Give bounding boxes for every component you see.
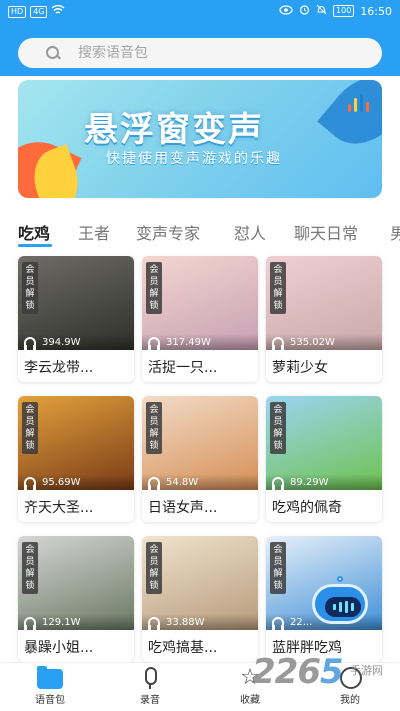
status-right: 100 16:50: [279, 4, 392, 18]
tabbar-label: 语音包: [35, 695, 65, 706]
play-count-value: 394.9W: [42, 336, 81, 348]
tab-chiji[interactable]: 吃鸡: [18, 220, 50, 244]
tabbar-label: 录音: [140, 695, 160, 706]
vip-unlock-badge: 会员 解锁: [22, 262, 38, 314]
search-input[interactable]: [78, 45, 338, 61]
play-count: 95.69W: [18, 474, 134, 490]
mic-icon: [137, 667, 163, 689]
banner-title: 悬浮窗变声: [84, 110, 264, 150]
play-count: 89.29W: [266, 474, 382, 490]
battery-indicator: 100: [333, 5, 355, 17]
voice-pack-card[interactable]: 会员 解锁 394.9W 李云龙带...: [18, 256, 134, 382]
headphone-icon: [272, 617, 284, 630]
voice-pack-card[interactable]: 会员 解锁 317.49W 活捉一只...: [142, 256, 258, 382]
vip-unlock-badge: 会员 解锁: [270, 262, 286, 314]
folder-icon: [37, 666, 63, 689]
play-count-value: 129.1W: [42, 616, 81, 628]
play-count: 129.1W: [18, 614, 134, 630]
vip-unlock-badge: 会员 解锁: [270, 402, 286, 454]
robot-face: [325, 597, 361, 617]
network-badge: 4G: [30, 5, 48, 18]
play-count-value: 317.49W: [166, 336, 211, 348]
play-count-value: 95.69W: [42, 476, 81, 488]
robot-icon: [312, 584, 368, 624]
mute-icon: [316, 4, 327, 18]
hd-badge: HD: [8, 5, 27, 18]
floating-voice-button[interactable]: [310, 576, 370, 628]
active-tab-indicator: [18, 244, 52, 247]
voice-pack-card[interactable]: 会员 解锁 95.69W 齐天大圣...: [18, 396, 134, 522]
vip-unlock-badge: 会员 解锁: [22, 402, 38, 454]
voice-pack-card[interactable]: 会员 解锁 535.02W 萝莉少女: [266, 256, 382, 382]
search-bar[interactable]: [18, 38, 382, 68]
tab-wangzhe[interactable]: 王者: [78, 220, 110, 244]
search-icon: [46, 46, 60, 60]
card-title: 萝莉少女: [272, 360, 328, 376]
promo-banner[interactable]: 悬浮窗变声 快捷使用变声游戏的乐趣: [18, 80, 382, 198]
status-bar: HD 4G 100 16:50: [0, 0, 400, 24]
vip-unlock-badge: 会员 解锁: [146, 542, 162, 594]
vip-unlock-badge: 会员 解锁: [146, 262, 162, 314]
tabbar-voice-packs[interactable]: 语音包: [20, 666, 80, 706]
card-title: 吃鸡的佩奇: [272, 500, 342, 516]
play-count-value: 22...: [290, 616, 313, 628]
sound-wave-icon: [348, 94, 369, 112]
play-count: 33.88W: [142, 614, 258, 630]
tabbar-record[interactable]: 录音: [120, 667, 180, 706]
tabbar-label: 我的: [340, 695, 360, 706]
vip-unlock-badge: 会员 解锁: [22, 542, 38, 594]
category-tabs: 吃鸡 王者 变声专家 怼人 聊天日常 男: [0, 212, 400, 252]
alarm-icon: [299, 4, 310, 18]
card-title: 李云龙带...: [24, 360, 94, 376]
play-count: 535.02W: [266, 334, 382, 350]
vip-unlock-badge: 会员 解锁: [146, 402, 162, 454]
robot-antenna: [337, 576, 343, 582]
play-count-value: 535.02W: [290, 336, 335, 348]
tabbar-label: 收藏: [240, 695, 260, 706]
status-time: 16:50: [360, 4, 392, 18]
tab-voice-expert[interactable]: 变声专家: [136, 220, 200, 244]
headphone-icon: [148, 337, 160, 350]
card-title: 吃鸡搞基...: [148, 640, 218, 656]
eye-icon: [279, 4, 293, 18]
tab-roast[interactable]: 怼人: [234, 220, 266, 244]
watermark-text: 手游网: [350, 664, 383, 677]
voice-pack-card[interactable]: 会员 解锁 54.8W 日语女声...: [142, 396, 258, 522]
banner-decoration: [317, 80, 382, 160]
banner-subtitle: 快捷使用变声游戏的乐趣: [106, 151, 282, 167]
card-title: 暴躁小姐...: [24, 640, 94, 656]
card-title: 活捉一只...: [148, 360, 218, 376]
voice-pack-card[interactable]: 会员 解锁 89.29W 吃鸡的佩奇: [266, 396, 382, 522]
voice-pack-card[interactable]: 会员 解锁 33.88W 吃鸡搞基...: [142, 536, 258, 662]
play-count: 317.49W: [142, 334, 258, 350]
card-title: 齐天大圣...: [24, 500, 94, 516]
play-count-value: 89.29W: [290, 476, 329, 488]
headphone-icon: [148, 617, 160, 630]
play-count-value: 33.88W: [166, 616, 205, 628]
play-count: 394.9W: [18, 334, 134, 350]
watermark-logo: 2265: [252, 652, 344, 692]
headphone-icon: [148, 477, 160, 490]
tab-daily-chat[interactable]: 聊天日常: [294, 220, 358, 244]
headphone-icon: [24, 337, 36, 350]
wifi-icon: [51, 4, 65, 18]
status-left: HD 4G: [8, 4, 65, 18]
play-count-value: 54.8W: [166, 476, 199, 488]
headphone-icon: [24, 617, 36, 630]
vip-unlock-badge: 会员 解锁: [270, 542, 286, 594]
voice-pack-card[interactable]: 会员 解锁 129.1W 暴躁小姐...: [18, 536, 134, 662]
play-count: 54.8W: [142, 474, 258, 490]
headphone-icon: [272, 337, 284, 350]
headphone-icon: [272, 477, 284, 490]
tab-male[interactable]: 男: [390, 220, 400, 244]
headphone-icon: [24, 477, 36, 490]
card-title: 日语女声...: [148, 500, 218, 516]
